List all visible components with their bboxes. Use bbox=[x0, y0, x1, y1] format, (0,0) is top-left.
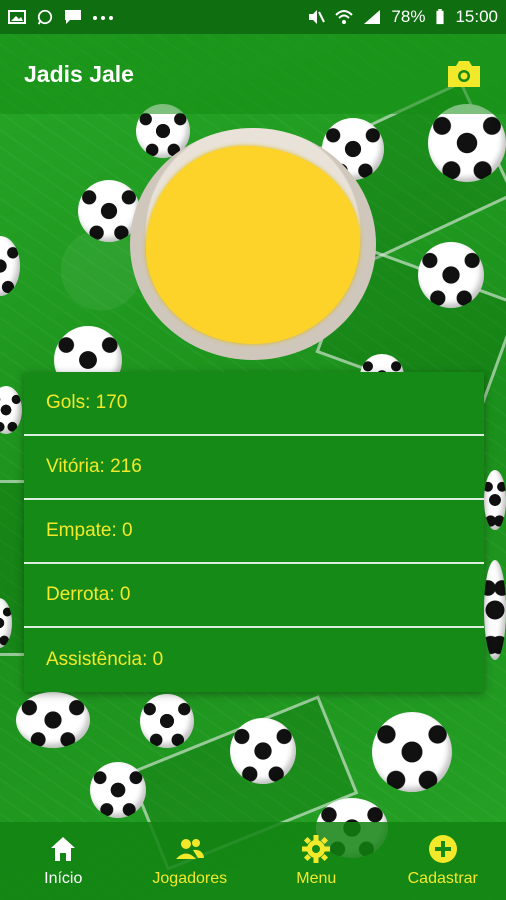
stat-assists: Assistência: 0 bbox=[46, 649, 164, 670]
bottom-navigation: Início Jogadores Menu Cadastrar bbox=[0, 822, 506, 900]
message-icon bbox=[65, 10, 81, 24]
wifi-icon bbox=[335, 10, 354, 24]
players-icon bbox=[175, 839, 204, 859]
soccer-ball-decoration bbox=[16, 692, 90, 748]
nav-register[interactable]: Cadastrar bbox=[380, 822, 506, 900]
soccer-ball-decoration bbox=[418, 242, 484, 308]
image-icon bbox=[8, 10, 26, 24]
app-bar: Jadis Jale bbox=[0, 34, 506, 114]
nav-menu[interactable]: Menu bbox=[253, 822, 380, 900]
nav-register-label: Cadastrar bbox=[407, 870, 478, 887]
nav-players-label: Jogadores bbox=[152, 870, 228, 887]
signal-icon bbox=[364, 10, 381, 24]
add-icon bbox=[428, 835, 457, 863]
more-dots-icon bbox=[93, 16, 113, 20]
mute-icon bbox=[309, 10, 326, 24]
soccer-ball-decoration bbox=[372, 712, 452, 792]
soccer-ball-decoration bbox=[428, 104, 506, 182]
stat-goals: Gols: 170 bbox=[24, 372, 484, 436]
page-title: Jadis Jale bbox=[24, 60, 134, 87]
profile-avatar[interactable] bbox=[130, 128, 376, 360]
stats-card: Gols: 170 Vitória: 216 Empate: 0 Derrota… bbox=[24, 372, 484, 692]
nav-menu-label: Menu bbox=[296, 870, 337, 887]
home-icon bbox=[51, 837, 76, 861]
stat-losses: Derrota: 0 bbox=[24, 564, 484, 628]
whatsapp-icon bbox=[37, 9, 53, 25]
nav-home[interactable]: Início bbox=[0, 822, 127, 900]
clock: 15:00 bbox=[455, 7, 498, 26]
battery-icon bbox=[436, 9, 445, 25]
battery-percent: 78% bbox=[391, 7, 426, 26]
avatar-redaction bbox=[146, 146, 360, 344]
soccer-ball-decoration bbox=[484, 470, 506, 530]
status-bar: 78% 15:00 bbox=[0, 0, 506, 34]
soccer-ball-decoration bbox=[140, 694, 194, 748]
nav-home-label: Início bbox=[44, 870, 83, 887]
camera-icon[interactable] bbox=[446, 59, 482, 89]
soccer-ball-decoration bbox=[484, 560, 506, 660]
soccer-ball-decoration bbox=[90, 762, 146, 818]
gear-icon bbox=[302, 835, 331, 863]
stat-draws: Empate: 0 bbox=[24, 500, 484, 564]
soccer-ball-decoration bbox=[230, 718, 296, 784]
nav-players[interactable]: Jogadores bbox=[127, 822, 254, 900]
stat-wins: Vitória: 216 bbox=[24, 436, 484, 500]
